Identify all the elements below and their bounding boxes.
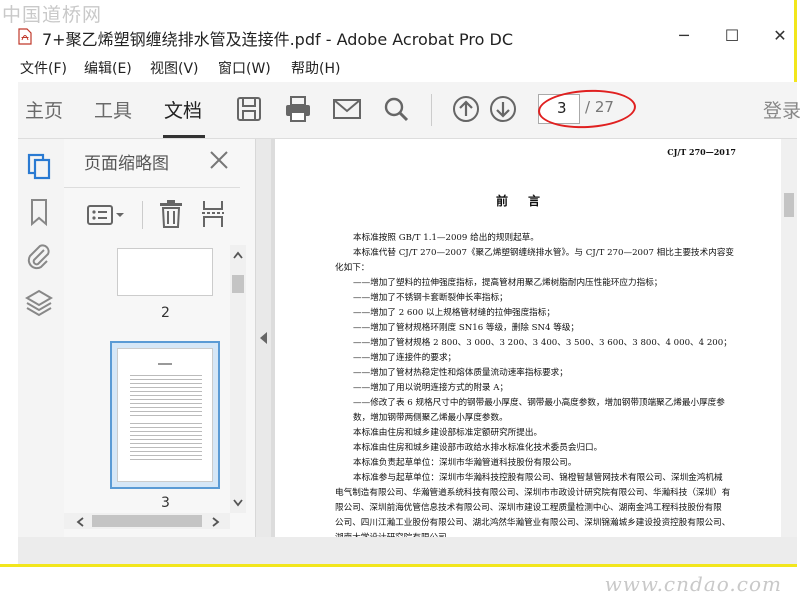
extract-icon[interactable] — [200, 199, 226, 229]
document-page: CJ/T 270—2017 前言 本标准按照 GB/T 1.1—2009 给出的… — [275, 139, 781, 537]
print-icon[interactable] — [283, 94, 313, 124]
page-up-icon[interactable] — [451, 94, 481, 124]
document-paragraph: ——增加了管材规格环刚度 SN16 等级，删除 SN4 等级； — [353, 323, 580, 333]
document-scroll-thumb[interactable] — [784, 193, 794, 217]
panel-title: 页面缩略图 — [84, 154, 169, 174]
maximize-button[interactable]: ☐ — [709, 22, 755, 50]
document-paragraph: 本标准按照 GB/T 1.1—2009 给出的规则起草。 — [353, 233, 539, 243]
active-tab-indicator — [163, 135, 205, 138]
thumbnail-selected-frame[interactable] — [110, 341, 220, 489]
document-paragraph: ——修改了表 6 规格尺寸中的钢带最小厚度、钢带最小高度参数，增加钢带顶端聚乙烯… — [353, 398, 725, 408]
menu-window[interactable]: 窗口(W) — [218, 58, 271, 78]
page-down-icon[interactable] — [488, 94, 518, 124]
document-paragraph: 本标准参与起草单位：深圳市华瀚科技控股有限公司、锦橙智慧管网技术有限公司、深圳金… — [353, 473, 723, 483]
navigation-rail — [18, 139, 64, 537]
status-area — [18, 537, 797, 564]
collapse-left-icon[interactable] — [259, 331, 268, 345]
document-paragraph: 本标准负责起草单位：深圳市华瀚管道科技股份有限公司。 — [353, 458, 577, 468]
thumbnail-hscroll-thumb[interactable] — [92, 515, 202, 527]
tab-document[interactable]: 文档 — [164, 96, 202, 123]
pdf-file-icon — [18, 28, 32, 45]
document-paragraph: 限公司、深圳前海优管信息技术有限公司、深圳市建设工程质量检测中心、湖南金鸿工程科… — [335, 503, 722, 513]
document-paragraph: 本标准由住房和城乡建设部市政给水排水标准化技术委员会归口。 — [353, 443, 603, 453]
search-icon[interactable] — [381, 94, 411, 124]
close-icon[interactable] — [208, 149, 230, 171]
delete-icon[interactable] — [158, 199, 184, 229]
close-window-button[interactable]: ✕ — [757, 22, 800, 50]
menu-view[interactable]: 视图(V) — [150, 58, 199, 78]
options-menu-icon[interactable] — [86, 203, 126, 227]
document-paragraph: ——增加了 2 600 以上规格管材缝的拉伸强度指标； — [353, 308, 555, 318]
document-paragraph: 数，增加钢带两侧聚乙烯最小厚度参数。 — [353, 413, 508, 423]
page-thumbnails-panel: 页面缩略图 2 3 — [64, 139, 256, 537]
document-paragraph: 本标准由住房和城乡建设部标准定额研究所提出。 — [353, 428, 543, 438]
main-toolbar: 主页 工具 文档 3 / 27 登录 — [18, 82, 800, 139]
document-view[interactable]: CJ/T 270—2017 前言 本标准按照 GB/T 1.1—2009 给出的… — [271, 139, 781, 537]
document-paragraph: ——增加了塑料的拉伸强度指标，提高管材用聚乙烯树脂耐内压性能环应力指标； — [353, 278, 663, 288]
document-paragraph: 化如下： — [335, 263, 370, 273]
scroll-left-arrow-icon[interactable] — [76, 517, 84, 527]
document-paragraph: ——增加了不锈钢卡套断裂伸长率指标； — [353, 293, 508, 303]
menu-bar: 文件(F) 编辑(E) 视图(V) 窗口(W) 帮助(H) — [0, 56, 797, 78]
tab-tools[interactable]: 工具 — [94, 96, 132, 123]
watermark-bottom: www.cndao.com — [604, 572, 782, 596]
attachment-icon[interactable] — [24, 241, 54, 271]
title-bar: 7+聚乙烯塑钢缠绕排水管及连接件.pdf - Adobe Acrobat Pro… — [0, 20, 797, 52]
thumbnail-horizontal-scrollbar[interactable] — [64, 513, 230, 529]
document-paragraph: 电气制造有限公司、华瀚管道系统科技有限公司、深圳市市政设计研究院有限公司、华瀚科… — [335, 488, 731, 498]
panel-collapse-handle[interactable] — [256, 139, 271, 537]
window-frame: 7+聚乙烯塑钢缠绕排水管及连接件.pdf - Adobe Acrobat Pro… — [0, 0, 800, 567]
menu-file[interactable]: 文件(F) — [20, 58, 67, 78]
tab-home[interactable]: 主页 — [25, 96, 63, 123]
save-icon[interactable] — [234, 94, 264, 124]
minimize-button[interactable]: ─ — [661, 22, 707, 50]
thumbnail-list: 2 3 — [64, 245, 230, 513]
menu-edit[interactable]: 编辑(E) — [84, 58, 132, 78]
document-paragraph: ——增加了连接件的要求； — [353, 353, 457, 363]
scroll-down-arrow-icon[interactable] — [233, 499, 243, 507]
bookmark-icon[interactable] — [24, 197, 54, 227]
thumbnail-page-2[interactable] — [118, 249, 212, 295]
panel-divider — [64, 187, 240, 188]
document-header: CJ/T 270—2017 — [667, 147, 736, 157]
document-title: 前言 — [495, 194, 560, 208]
document-scrollbar[interactable] — [781, 139, 797, 537]
panel-tools-separator — [142, 201, 143, 229]
scroll-right-arrow-icon[interactable] — [212, 517, 220, 527]
page-thumbnails-icon[interactable] — [24, 151, 54, 181]
scroll-up-arrow-icon[interactable] — [233, 251, 243, 259]
document-body: 本标准按照 GB/T 1.1—2009 给出的规则起草。本标准代替 CJ/T 2… — [335, 231, 747, 537]
login-link[interactable]: 登录 — [763, 96, 800, 123]
thumbnail-label-3: 3 — [161, 495, 170, 511]
document-paragraph: 公司、四川江瀚工业股份有限公司、湖北鸿然华瀚管业有限公司、深圳锦瀚城乡建设投资控… — [335, 518, 731, 528]
thumbnail-label-2: 2 — [161, 305, 170, 321]
panel-toolbar — [64, 195, 240, 235]
layers-icon[interactable] — [24, 287, 54, 317]
thumbnail-vertical-scrollbar[interactable] — [230, 245, 246, 513]
window-title: 7+聚乙烯塑钢缠绕排水管及连接件.pdf - Adobe Acrobat Pro… — [42, 30, 514, 49]
thumbnail-page-3[interactable] — [118, 349, 212, 481]
document-paragraph: ——增加了管材热稳定性和熔体质量流动速率指标要求； — [353, 368, 568, 378]
document-paragraph: 本标准代替 CJ/T 270—2007《聚乙烯塑钢缠绕排水管》。与 CJ/T 2… — [353, 248, 735, 258]
thumbnail-scroll-thumb[interactable] — [232, 275, 244, 293]
toolbar-separator — [431, 94, 432, 126]
document-paragraph: ——增加了用以说明连接方式的附录 A； — [353, 383, 509, 393]
document-paragraph: ——增加了管材规格 2 800、3 000、3 200、3 400、3 500、… — [353, 338, 732, 348]
menu-help[interactable]: 帮助(H) — [291, 58, 340, 78]
email-icon[interactable] — [332, 94, 362, 124]
